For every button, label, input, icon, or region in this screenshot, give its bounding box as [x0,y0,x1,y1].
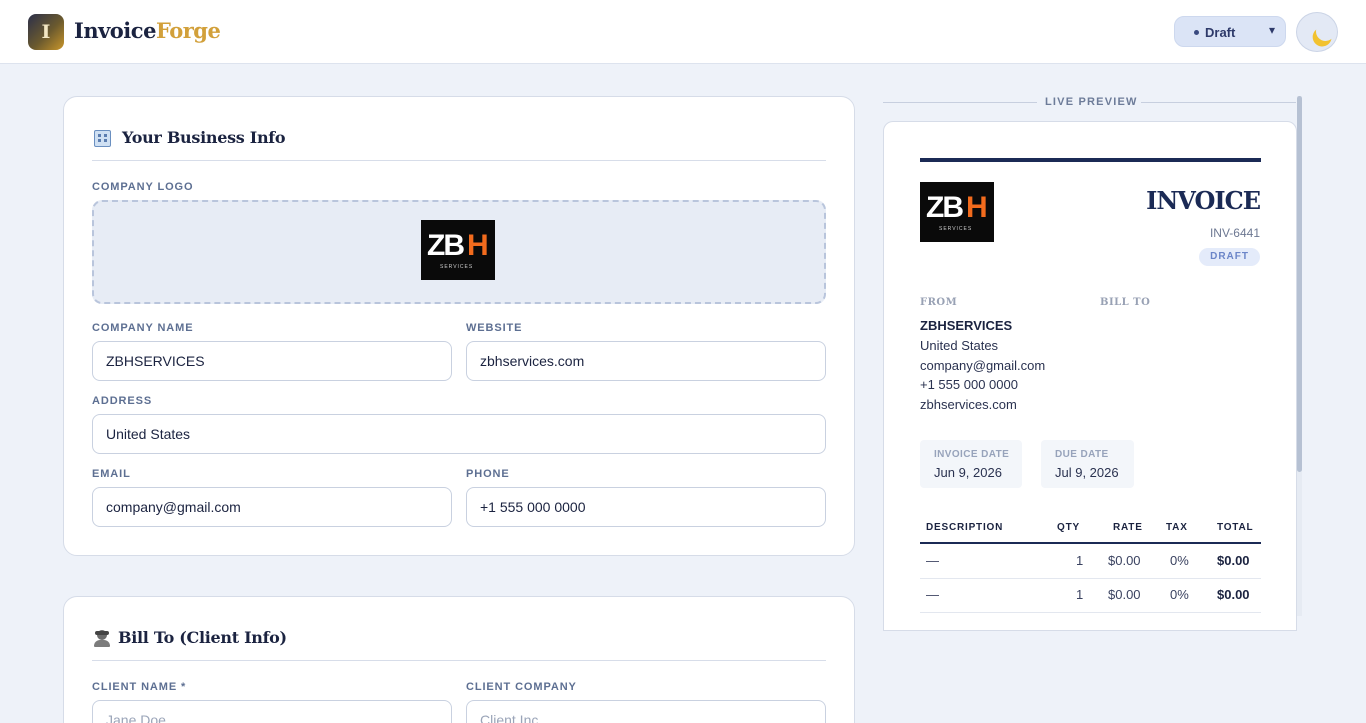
cell-qty: 1 [1076,587,1084,602]
logo-text-h: H [966,191,988,224]
logo-text-services: SERVICES [440,264,474,270]
table-header-rule [920,542,1261,544]
company-logo-image: ZB H SERVICES [421,220,495,280]
company-logo-label: Company Logo [92,181,194,193]
theme-toggle-button[interactable] [1296,12,1338,52]
invoice-date-value: Jun 9, 2026 [934,465,1002,480]
email-input[interactable]: company@gmail.com [92,487,452,527]
app-title-part-2: Forge [155,18,221,43]
company-name-label: Company Name [92,322,194,334]
divider [92,660,826,661]
cell-total: $0.00 [1217,553,1250,568]
col-header-rate: RATE [1113,522,1143,533]
logo-text-services: SERVICES [939,226,973,232]
address-input[interactable]: United States [92,414,826,454]
building-icon [94,130,111,147]
cell-tax: 0% [1170,553,1189,568]
phone-label: Phone [466,468,510,480]
cell-description: — [926,553,939,568]
from-address: United States [920,338,999,353]
cell-qty: 1 [1076,553,1084,568]
client-info-title: Bill To (Client Info) [118,628,287,647]
logo-text-zb: ZB [427,229,465,262]
app-logo-letter: I [41,21,51,43]
client-name-input[interactable]: Jane Doe [92,700,452,723]
live-preview-header: LIVE PREVIEW [883,96,1296,110]
status-select[interactable]: Draft ▾ [1174,16,1286,47]
from-phone: +1 555 000 0000 [920,377,1018,392]
client-company-label: Client Company [466,681,577,693]
cell-rate: $0.00 [1108,553,1141,568]
logo-text-zb: ZB [926,191,964,224]
client-company-input[interactable]: Client Inc. [466,700,826,723]
invoice-date-box: INVOICE DATE Jun 9, 2026 [920,440,1022,488]
status-select-value: Draft [1205,25,1236,40]
due-date-box: DUE DATE Jul 9, 2026 [1041,440,1134,488]
client-name-label: Client Name * [92,681,187,693]
business-info-card: Your Business Info Company Logo ZB H SER… [63,96,855,556]
from-label: FROM [920,297,958,308]
moon-icon [1313,19,1337,43]
col-header-total: TOTAL [1217,522,1254,533]
app-title: InvoiceForge [74,18,221,43]
from-website: zbhservices.com [920,397,1017,412]
top-bar: I InvoiceForge Draft ▾ [0,0,1366,64]
status-dot-icon [1194,30,1199,35]
row-divider [920,578,1261,579]
business-info-title: Your Business Info [122,128,286,147]
website-label: Website [466,322,523,334]
invoice-date-label: INVOICE DATE [934,449,1010,460]
bill-to-label: BILL TO [1100,297,1151,308]
due-date-label: DUE DATE [1055,449,1109,460]
invoice-number: INV-6441 [1209,226,1260,240]
live-preview-label: LIVE PREVIEW [1045,96,1138,108]
col-header-qty: QTY [1057,522,1080,533]
website-input[interactable]: zbhservices.com [466,341,826,381]
divider [92,160,826,161]
due-date-value: Jul 9, 2026 [1055,465,1119,480]
status-badge: DRAFT [1199,248,1260,266]
person-icon [94,630,110,647]
chevron-down-icon: ▾ [1268,23,1275,37]
invoice-title: INVOICE [1146,186,1261,215]
app-title-part-1: Invoice [74,18,156,43]
logo-text-h: H [467,229,489,262]
invoice-logo-image: ZB H SERVICES [920,182,994,242]
cell-description: — [926,587,939,602]
row-divider [920,612,1261,613]
cell-tax: 0% [1170,587,1189,602]
company-name-input[interactable]: ZBHSERVICES [92,341,452,381]
address-label: Address [92,395,153,407]
cell-total: $0.00 [1217,587,1250,602]
logo-dropzone[interactable]: ZB H SERVICES [92,200,826,304]
col-header-description: DESCRIPTION [926,522,1004,533]
invoice-accent-bar [920,158,1261,162]
app-logo-icon: I [28,14,64,50]
cell-rate: $0.00 [1108,587,1141,602]
col-header-tax: TAX [1166,522,1188,533]
preview-scrollbar-thumb[interactable] [1297,96,1302,472]
invoice-preview: ZB H SERVICES INVOICE INV-6441 DRAFT FRO… [883,121,1297,631]
client-info-card: Bill To (Client Info) Client Name * Jane… [63,596,855,723]
from-company-name: ZBHSERVICES [920,318,1013,333]
phone-input[interactable]: +1 555 000 0000 [466,487,826,527]
from-email: company@gmail.com [920,358,1046,373]
email-label: Email [92,468,131,480]
